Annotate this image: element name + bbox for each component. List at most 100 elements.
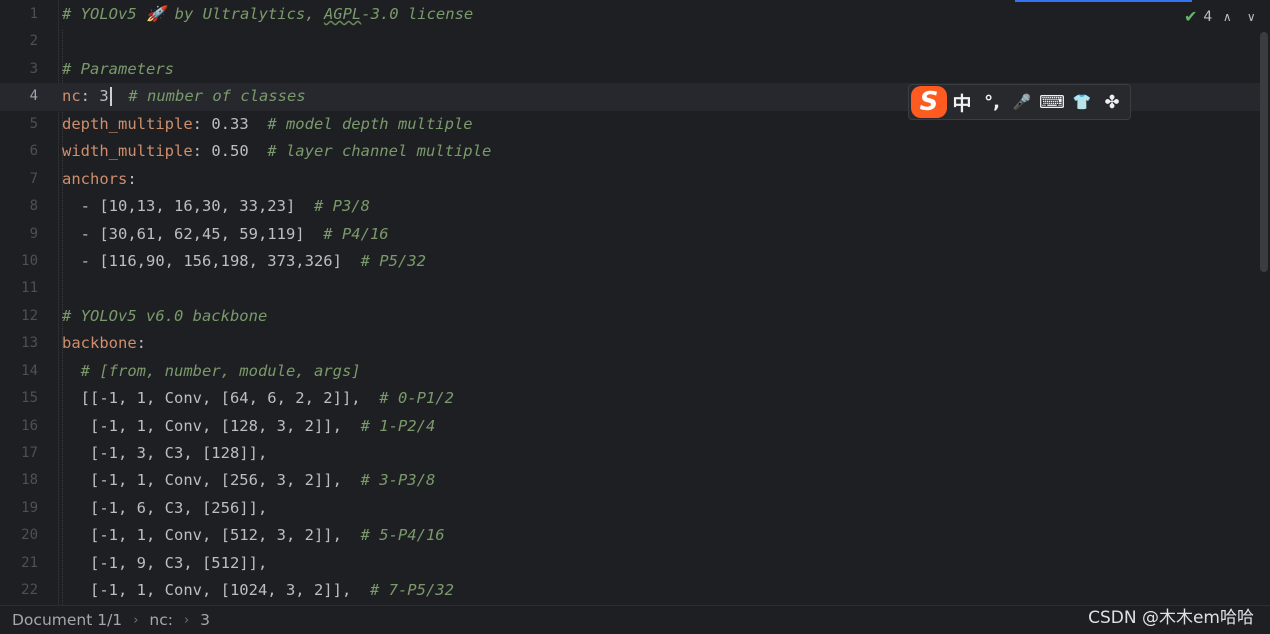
line-number: 13 (21, 335, 38, 352)
line-number: 14 (21, 362, 38, 379)
code-line[interactable]: 17 [-1, 3, C3, [128]], (0, 440, 1260, 467)
yaml-value: [-1, 9, C3, [512]], (62, 553, 268, 572)
code-comment: # P4/16 (323, 224, 389, 243)
code-line[interactable]: 11 (0, 275, 1260, 302)
chevron-up-icon[interactable]: ∧ (1218, 10, 1236, 24)
breadcrumb-key[interactable]: nc: (149, 611, 173, 629)
code-comment: # 7-P5/32 (369, 581, 454, 600)
breadcrumb-value[interactable]: 3 (200, 611, 210, 629)
code-text[interactable]: [[-1, 1, Conv, [64, 6, 2, 2]], # 0-P1/2 (62, 385, 454, 412)
line-number: 20 (21, 527, 38, 544)
line-number: 16 (21, 417, 38, 434)
yaml-value: : (127, 169, 137, 188)
line-number: 15 (21, 390, 38, 407)
code-line[interactable]: 18 [-1, 1, Conv, [256, 3, 2]], # 3-P3/8 (0, 467, 1260, 494)
code-line[interactable]: 12 # YOLOv5 v6.0 backbone (0, 303, 1260, 330)
yaml-value: [-1, 3, C3, [128]], (62, 444, 268, 462)
code-text[interactable]: [-1, 1, Conv, [512, 3, 2]], # 5-P4/16 (62, 522, 445, 549)
code-text[interactable]: - [30,61, 62,45, 59,119] # P4/16 (62, 221, 389, 248)
code-text[interactable]: [-1, 1, Conv, [256, 3, 2]], # 3-P3/8 (62, 467, 435, 494)
ime-toolbar[interactable]: S 中 °, 🎤 ⌨ 👕 ✤ (908, 84, 1131, 120)
yaml-value: : 0.33 (192, 114, 268, 133)
microphone-icon[interactable]: 🎤 (1007, 93, 1037, 111)
code-line[interactable]: 16 [-1, 1, Conv, [128, 3, 2]], # 1-P2/4 (0, 413, 1260, 440)
code-comment: # YOLOv5 🚀 by Ultralytics, (62, 5, 324, 23)
code-text[interactable]: [-1, 1, Conv, [1024, 3, 2]], # 7-P5/32 (62, 577, 454, 604)
code-line[interactable]: 21 [-1, 9, C3, [512]], (0, 550, 1260, 577)
problem-count: 4 (1203, 9, 1213, 25)
line-number: 18 (21, 472, 38, 489)
code-line[interactable]: 2 (0, 28, 1260, 55)
toolbox-icon[interactable]: ✤ (1097, 92, 1127, 113)
code-text[interactable]: backbone: (62, 330, 146, 357)
line-number: 19 (21, 499, 38, 516)
yaml-key: depth_multiple (62, 114, 193, 133)
sogou-logo-icon[interactable]: S (911, 86, 947, 118)
code-text[interactable]: [-1, 1, Conv, [128, 3, 2]], # 1-P2/4 (62, 413, 435, 440)
code-line[interactable]: 22 [-1, 1, Conv, [1024, 3, 2]], # 7-P5/3… (0, 577, 1260, 604)
code-line[interactable]: 14 # [from, number, module, args] (0, 358, 1260, 385)
code-line[interactable]: 19 [-1, 6, C3, [256]], (0, 495, 1260, 522)
skin-shirt-icon[interactable]: 👕 (1067, 93, 1097, 111)
yaml-value: : (136, 334, 146, 353)
chevron-down-icon[interactable]: ∨ (1242, 10, 1260, 24)
code-line[interactable]: 10 - [116,90, 156,198, 373,326] # P5/32 (0, 248, 1260, 275)
yaml-key: width_multiple (62, 142, 193, 161)
yaml-key: nc (62, 87, 81, 106)
code-line[interactable]: 3 # Parameters (0, 56, 1260, 83)
line-number: 17 (21, 445, 38, 461)
code-comment: # [from, number, module, args] (80, 361, 361, 380)
keyboard-icon[interactable]: ⌨ (1037, 92, 1067, 113)
code-line[interactable]: 6 width_multiple: 0.50 # layer channel mu… (0, 138, 1260, 165)
code-text[interactable]: width_multiple: 0.50 # layer channel mul… (62, 138, 491, 165)
line-number: 11 (21, 280, 38, 297)
yaml-key: backbone (62, 334, 137, 353)
code-line[interactable]: 8 - [10,13, 16,30, 33,23] # P3/8 (0, 193, 1260, 220)
line-number: 1 (29, 6, 38, 22)
code-line[interactable]: 7 anchors: (0, 166, 1260, 193)
code-text[interactable]: [-1, 9, C3, [512]], (62, 550, 267, 577)
yaml-value: [-1, 6, C3, [256]], (62, 498, 268, 517)
breadcrumb-separator-icon: › (133, 612, 139, 628)
code-comment: # P3/8 (313, 197, 370, 216)
code-line[interactable]: 20 [-1, 1, Conv, [512, 3, 2]], # 5-P4/16 (0, 522, 1260, 549)
code-text[interactable]: # Parameters (62, 56, 174, 83)
code-line[interactable]: 15 [[-1, 1, Conv, [64, 6, 2, 2]], # 0-P1… (0, 385, 1260, 412)
code-text[interactable]: nc: 3 # number of classes (62, 83, 306, 110)
code-comment: # 5-P4/16 (360, 526, 445, 545)
code-text[interactable]: - [10,13, 16,30, 33,23] # P3/8 (62, 193, 370, 220)
yaml-value: - [116,90, 156,198, 373,326] (62, 251, 361, 270)
line-number: 22 (21, 582, 38, 599)
line-number: 8 (29, 198, 38, 215)
watermark: CSDN @木木em哈哈 (1088, 608, 1254, 628)
breadcrumb-document[interactable]: Document 1/1 (12, 611, 122, 629)
code-text[interactable]: - [116,90, 156,198, 373,326] # P5/32 (62, 248, 426, 275)
yaml-value: [-1, 1, Conv, [1024, 3, 2]], (62, 581, 370, 600)
vertical-scrollbar-thumb[interactable] (1260, 32, 1268, 272)
line-number: 2 (29, 33, 38, 50)
code-comment: # 1-P2/4 (360, 416, 436, 435)
yaml-value: : 3 (80, 87, 109, 106)
ime-punctuation-icon[interactable]: °, (977, 92, 1007, 113)
code-line[interactable]: 1 # YOLOv5 🚀 by Ultralytics, AGPL-3.0 lic… (0, 1, 1260, 28)
code-comment: # 0-P1/2 (379, 389, 454, 408)
code-text[interactable]: # YOLOv5 v6.0 backbone (62, 303, 267, 330)
code-editor[interactable]: 1 # YOLOv5 🚀 by Ultralytics, AGPL-3.0 lic… (0, 0, 1270, 605)
code-text[interactable]: # [from, number, module, args] (62, 358, 361, 385)
code-comment: AGPL (323, 5, 362, 23)
inspection-widget[interactable]: ✔ 4 ∧ ∨ (1184, 7, 1260, 27)
code-text[interactable]: [-1, 3, C3, [128]], (62, 440, 267, 467)
code-text[interactable]: depth_multiple: 0.33 # model depth multi… (62, 111, 473, 138)
code-text[interactable]: # YOLOv5 🚀 by Ultralytics, AGPL-3.0 lice… (62, 1, 473, 28)
code-comment: # 3-P3/8 (360, 471, 436, 490)
yaml-value: [-1, 1, Conv, [512, 3, 2]], (62, 526, 361, 545)
ime-language-mode[interactable]: 中 (947, 89, 977, 116)
yaml-value: - [30,61, 62,45, 59,119] (62, 224, 324, 243)
code-line[interactable]: 13 backbone: (0, 330, 1260, 357)
code-comment: # layer channel multiple (267, 142, 492, 161)
code-line[interactable]: 9 - [30,61, 62,45, 59,119] # P4/16 (0, 221, 1260, 248)
code-text[interactable]: anchors: (62, 166, 137, 193)
code-text[interactable]: [-1, 6, C3, [256]], (62, 495, 267, 522)
line-number: 6 (29, 143, 38, 160)
yaml-value: [[-1, 1, Conv, [64, 6, 2, 2]], (62, 389, 380, 408)
